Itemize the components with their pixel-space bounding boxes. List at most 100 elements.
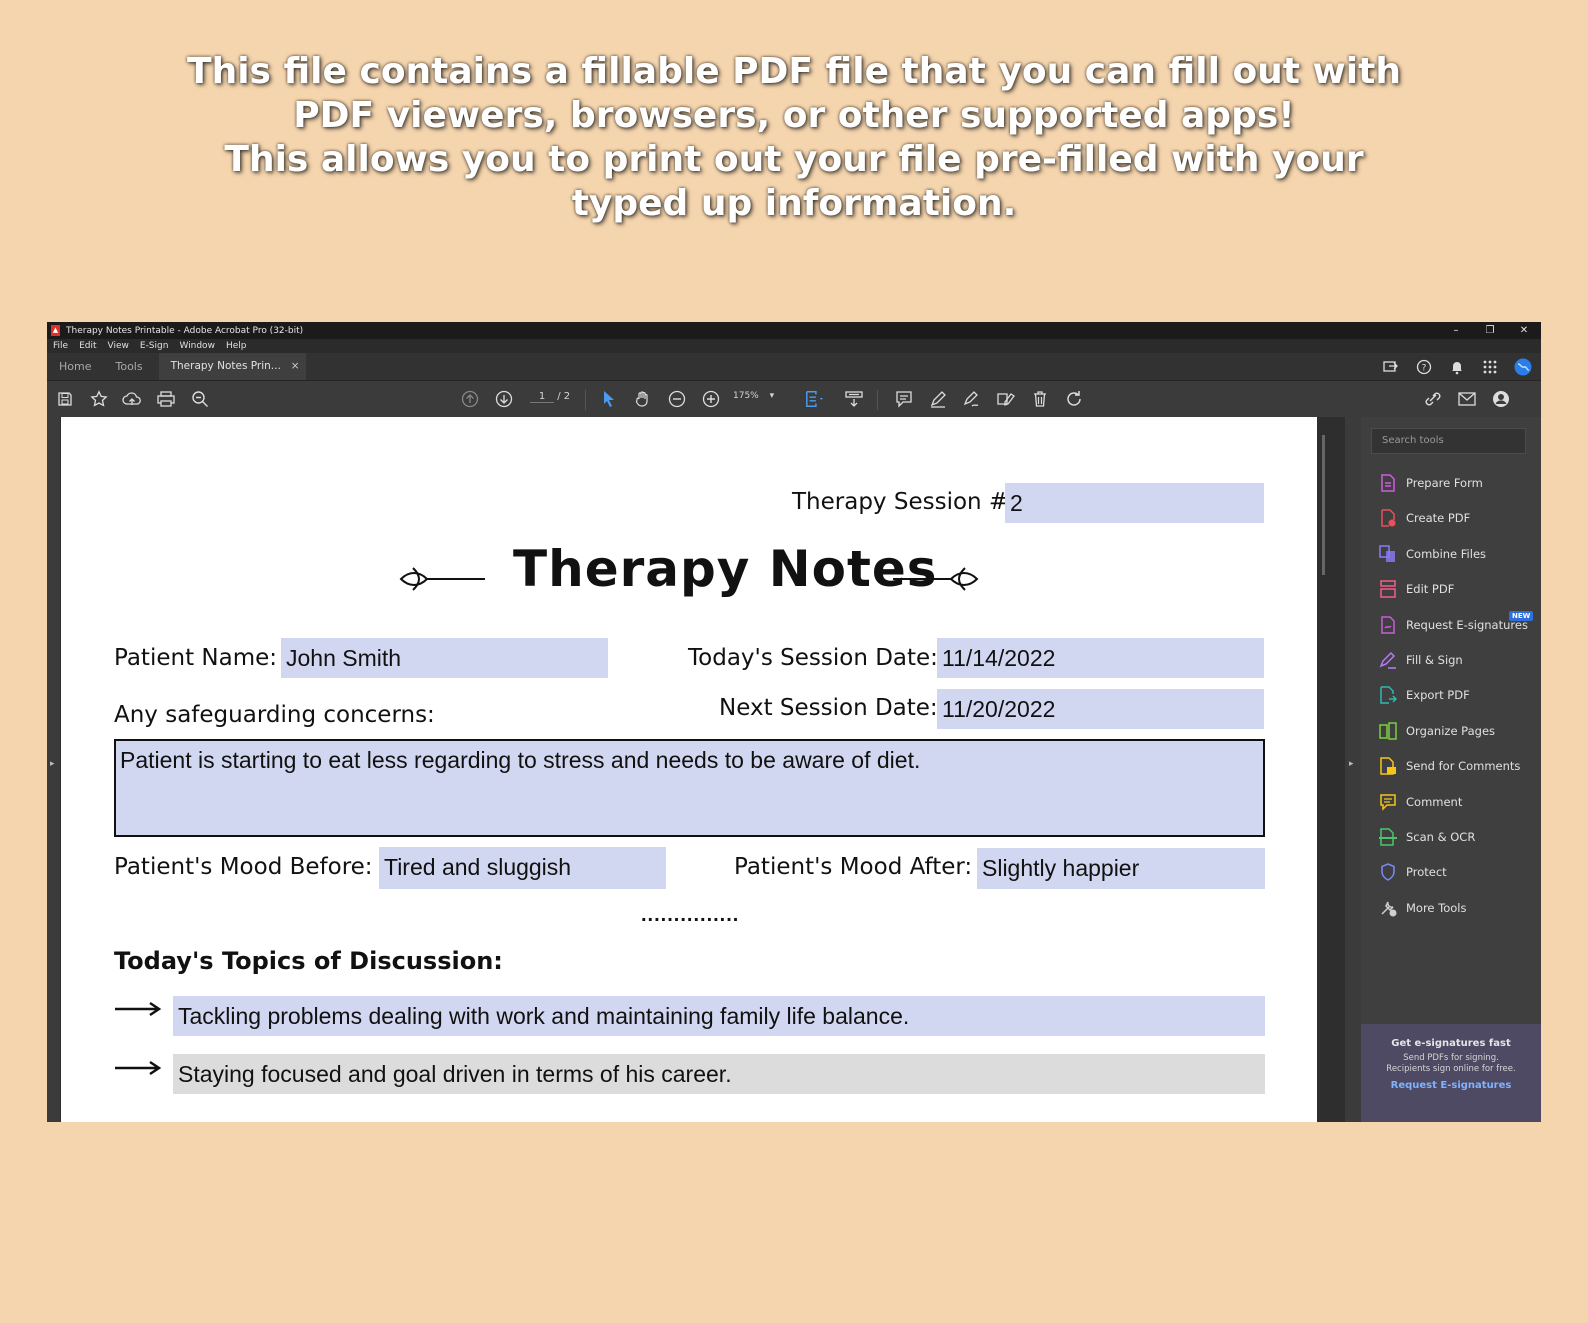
page-number-input[interactable]: 1 <box>530 391 554 403</box>
mood-before-field[interactable]: Tired and sluggish <box>379 847 666 889</box>
tool-prepare-form[interactable]: Prepare Form <box>1379 471 1483 495</box>
right-flourish-icon <box>893 567 979 591</box>
tool-label: More Tools <box>1406 900 1467 915</box>
expand-left-panel-icon: ▸ <box>50 759 55 769</box>
menu-window[interactable]: Window <box>179 341 215 351</box>
search-tools-input[interactable]: Search tools <box>1371 428 1526 454</box>
zoom-level-dropdown[interactable]: 175% ▾ <box>733 391 774 401</box>
headline-line-4: typed up information. <box>571 183 1017 224</box>
scrolling-mode-icon[interactable] <box>844 389 864 409</box>
right-panel-toggle[interactable]: ▸ <box>1345 417 1361 1122</box>
title-bar: ▲ Therapy Notes Printable - Adobe Acroba… <box>47 322 1541 339</box>
minimize-button[interactable]: – <box>1439 322 1473 339</box>
tab-bar: Home Tools Therapy Notes Prin... × ? <box>47 353 1541 381</box>
topic-field-2[interactable]: Staying focused and goal driven in terms… <box>173 1054 1265 1094</box>
delete-trash-icon[interactable] <box>1030 389 1050 409</box>
tool-send-comments[interactable]: Send for Comments <box>1379 754 1520 778</box>
tool-scan-ocr[interactable]: Scan & OCR <box>1379 825 1475 849</box>
collapse-right-panel-icon: ▸ <box>1349 759 1354 769</box>
menu-esign[interactable]: E-Sign <box>140 341 169 351</box>
tool-label: Combine Files <box>1406 546 1487 561</box>
tool-edit-pdf[interactable]: Edit PDF <box>1379 577 1454 601</box>
menu-view[interactable]: View <box>108 341 129 351</box>
document-title: Therapy Notes <box>513 540 938 598</box>
headline-line-1: This file contains a fillable PDF file t… <box>187 51 1401 92</box>
menu-edit[interactable]: Edit <box>79 341 96 351</box>
pdf-page: Therapy Session # 2 Therapy Notes Patien… <box>61 417 1317 1122</box>
vertical-scrollbar[interactable] <box>1322 435 1325 575</box>
send-sign-icon[interactable] <box>996 389 1016 409</box>
zoom-search-icon[interactable] <box>190 389 210 409</box>
help-icon[interactable]: ? <box>1414 357 1434 377</box>
session-number-field[interactable]: 2 <box>1005 483 1264 523</box>
tool-comment[interactable]: Comment <box>1379 790 1462 814</box>
tool-combine-files[interactable]: Combine Files <box>1379 542 1486 566</box>
window-controls: – ❐ ✕ <box>1439 322 1541 339</box>
more-tools-icon <box>1379 899 1397 917</box>
save-icon[interactable] <box>55 389 75 409</box>
menu-file[interactable]: File <box>53 341 68 351</box>
patient-name-field[interactable]: John Smith <box>281 638 608 678</box>
section-divider: ............... <box>641 904 740 926</box>
close-window-button[interactable]: ✕ <box>1507 322 1541 339</box>
send-comments-icon <box>1379 757 1397 775</box>
left-panel-toggle[interactable]: ▸ <box>47 417 60 1122</box>
organize-pages-icon <box>1379 722 1397 740</box>
highlight-pen-icon[interactable] <box>928 389 948 409</box>
share-link-icon[interactable] <box>1423 389 1443 409</box>
fill-sign-icon <box>1379 651 1397 669</box>
account-avatar-icon[interactable] <box>1513 357 1533 377</box>
arrow-right-icon <box>115 1001 162 1017</box>
tab-tools[interactable]: Tools <box>103 353 154 380</box>
close-tab-button[interactable]: × <box>291 353 300 380</box>
select-cursor-icon[interactable] <box>599 389 619 409</box>
apps-grid-icon[interactable] <box>1480 357 1500 377</box>
topic-field-1[interactable]: Tackling problems dealing with work and … <box>173 996 1265 1036</box>
tool-label: Edit PDF <box>1406 582 1455 597</box>
new-badge: NEW <box>1509 611 1534 621</box>
tool-request-esign[interactable]: Request E-signatures <box>1379 613 1528 637</box>
topics-heading: Today's Topics of Discussion: <box>114 947 503 975</box>
tool-fill-sign[interactable]: Fill & Sign <box>1379 648 1463 672</box>
tool-protect[interactable]: Protect <box>1379 860 1447 884</box>
email-icon[interactable] <box>1457 389 1477 409</box>
add-comment-icon[interactable] <box>894 389 914 409</box>
arrow-right-icon <box>115 1060 162 1076</box>
sign-pen-icon[interactable] <box>962 389 982 409</box>
user-account-icon[interactable] <box>1491 389 1511 409</box>
tool-create-pdf[interactable]: Create PDF <box>1379 506 1470 530</box>
fit-page-icon[interactable] <box>805 389 825 409</box>
document-viewport[interactable]: ▸ Therapy Session # 2 Therapy Notes Pati… <box>47 417 1345 1122</box>
menu-bar: File Edit View E-Sign Window Help <box>47 339 1541 353</box>
tool-more-tools[interactable]: More Tools <box>1379 896 1467 920</box>
tab-home[interactable]: Home <box>47 353 103 380</box>
zoom-in-icon[interactable] <box>701 389 721 409</box>
create-pdf-icon <box>1379 509 1397 528</box>
next-session-date-field[interactable]: 11/20/2022 <box>937 689 1264 729</box>
zoom-out-icon[interactable] <box>667 389 687 409</box>
notification-bell-icon[interactable] <box>1447 357 1467 377</box>
restore-button[interactable]: ❐ <box>1473 322 1507 339</box>
share-screen-icon[interactable] <box>1381 357 1401 377</box>
tab-document[interactable]: Therapy Notes Prin... × <box>158 353 306 380</box>
toolbar-separator <box>585 390 586 410</box>
mood-after-field[interactable]: Slightly happier <box>977 848 1265 889</box>
menu-help[interactable]: Help <box>226 341 247 351</box>
safeguarding-concerns-field[interactable]: Patient is starting to eat less regardin… <box>114 739 1265 837</box>
request-esign-icon <box>1379 615 1397 634</box>
session-date-field[interactable]: 11/14/2022 <box>937 638 1264 678</box>
bookmark-star-icon[interactable] <box>89 389 109 409</box>
left-flourish-icon <box>399 567 485 591</box>
tool-export-pdf[interactable]: Export PDF <box>1379 683 1470 707</box>
cloud-upload-icon[interactable] <box>122 389 142 409</box>
promo-headline: This file contains a fillable PDF file t… <box>120 50 1468 226</box>
next-page-icon[interactable] <box>494 389 514 409</box>
previous-page-icon[interactable] <box>460 389 480 409</box>
tool-organize-pages[interactable]: Organize Pages <box>1379 719 1495 743</box>
request-esignatures-link[interactable]: Request E-signatures <box>1361 1080 1541 1091</box>
print-icon[interactable] <box>156 389 176 409</box>
rotate-icon[interactable] <box>1064 389 1084 409</box>
scan-ocr-icon <box>1379 828 1397 846</box>
page-total: / 2 <box>557 391 571 402</box>
hand-tool-icon[interactable] <box>633 389 653 409</box>
